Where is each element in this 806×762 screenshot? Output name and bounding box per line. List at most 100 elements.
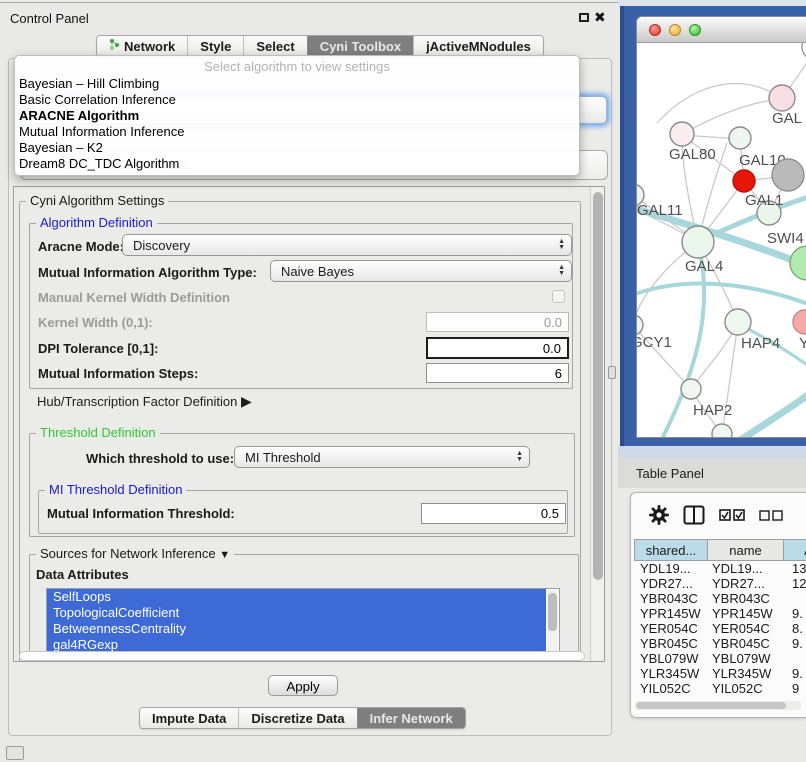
cyni-settings-group-title: Cyni Algorithm Settings (26, 193, 168, 208)
settings-horizontal-scrollbar[interactable] (19, 651, 585, 661)
table-cell: 13 (784, 561, 806, 576)
table-horizontal-scrollbar[interactable] (635, 701, 801, 710)
dropdown-option-aracne-algorithm[interactable]: ARACNE Algorithm (15, 108, 579, 124)
network-node[interactable] (802, 43, 806, 60)
table-cell: YDR27... (634, 576, 708, 591)
tab-jactivemnodules-label: jActiveMNodules (426, 39, 531, 54)
table-scroll-thumb[interactable] (636, 702, 786, 709)
bottom-tab-infer-network-label: Infer Network (370, 711, 453, 726)
network-node[interactable] (790, 246, 806, 280)
network-node[interactable] (733, 170, 755, 192)
float-window-icon[interactable] (579, 13, 589, 22)
dropdown-option-dream8-dc-tdc-algorithm[interactable]: Dream8 DC_TDC Algorithm (15, 156, 579, 172)
aracne-mode-label: Aracne Mode: (38, 239, 124, 254)
tab-jactivemnodules[interactable]: jActiveMNodules (413, 36, 543, 56)
which-threshold-value: MI Threshold (245, 450, 516, 465)
column-header-a[interactable]: A (784, 539, 806, 561)
data-attributes-list[interactable]: SelfLoopsTopologicalCoefficientBetweenne… (46, 588, 560, 654)
unchecked-boxes-icon[interactable] (759, 510, 783, 521)
network-node[interactable] (772, 159, 804, 191)
minimize-traffic-light[interactable] (669, 24, 681, 36)
dropdown-option-mutual-information-inference[interactable]: Mutual Information Inference (15, 124, 579, 140)
table-row[interactable]: YER054CYER054C8. (634, 621, 806, 636)
network-node-hap4[interactable] (725, 309, 751, 335)
column-header-name[interactable]: name (708, 539, 784, 561)
network-node-y[interactable] (793, 310, 806, 334)
table-row[interactable]: YBR043CYBR043C (634, 591, 806, 606)
table-cell: YDR27... (708, 576, 784, 591)
table-row[interactable]: YDR27...YDR27...12 (634, 576, 806, 591)
gear-icon[interactable] (649, 505, 669, 525)
table-cell: YBR045C (634, 636, 708, 651)
tab-network-label: Network (124, 39, 175, 54)
hub-section-label: Hub/Transcription Factor Definition (37, 394, 237, 409)
network-tab-icon (109, 38, 120, 54)
table-cell: YBR045C (708, 636, 784, 651)
bottom-tabbar: Impute DataDiscretize Data Infer Network (139, 707, 466, 729)
mi-algorithm-type-combobox[interactable]: Naive Bayes ▲▼ (270, 260, 572, 282)
table-cell: 12 (784, 576, 806, 591)
network-window-titlebar[interactable] (637, 17, 806, 43)
attribute-item-topologicalcoefficient[interactable]: TopologicalCoefficient (47, 605, 546, 621)
combo-arrows-icon: ▲▼ (558, 265, 565, 277)
tab-cyni-toolbox-label: Cyni Toolbox (320, 39, 401, 54)
column-header-shared[interactable]: shared... (634, 539, 708, 561)
network-node-gal4[interactable] (682, 226, 714, 258)
network-canvas[interactable]: GALGAL80GAL10GAL1GAL11SWI4GAL4GCY1HAP4YH… (637, 43, 806, 438)
table-row[interactable]: YPR145WYPR145W9. (634, 606, 806, 621)
dropdown-option-bayesian-k2[interactable]: Bayesian – K2 (15, 140, 579, 156)
attribute-item-betweennesscentrality[interactable]: BetweennessCentrality (47, 621, 546, 637)
hub-section-toggle[interactable]: Hub/Transcription Factor Definition ▶ (37, 393, 252, 410)
bottom-tab-infer-network[interactable]: Infer Network (357, 708, 465, 728)
sources-group: Sources for Network Inference ▼ Data Att… (29, 554, 579, 662)
zoom-traffic-light[interactable] (689, 24, 701, 36)
combo-arrows-icon: ▲▼ (558, 239, 565, 251)
dropdown-option-basic-correlation-inference[interactable]: Basic Correlation Inference (15, 92, 579, 108)
close-icon[interactable]: ✖ (594, 9, 606, 26)
attribute-item-selfloops[interactable]: SelfLoops (47, 589, 546, 605)
tab-network[interactable]: Network (97, 36, 187, 56)
which-threshold-combobox[interactable]: MI Threshold ▲▼ (234, 446, 530, 468)
network-node[interactable] (712, 424, 732, 438)
mi-threshold-input[interactable] (421, 503, 566, 524)
bottom-tab-impute-data[interactable]: Impute Data (140, 708, 238, 728)
table-row[interactable]: YBL079WYBL079W (634, 651, 806, 666)
network-node-label-gal80: GAL80 (669, 146, 716, 163)
kernel-width-input[interactable] (426, 312, 569, 332)
bottom-tab-discretize-data[interactable]: Discretize Data (238, 708, 356, 728)
close-traffic-light[interactable] (649, 24, 661, 36)
attributes-list-scroll-thumb[interactable] (548, 593, 557, 631)
tab-cyni-toolbox[interactable]: Cyni Toolbox (307, 36, 413, 56)
docked-window-icon[interactable] (6, 746, 24, 760)
panel-divider-handle[interactable] (608, 366, 616, 379)
network-node-gcy1[interactable] (637, 315, 643, 335)
dropdown-option-bayesian-hill-climbing[interactable]: Bayesian – Hill Climbing (15, 76, 579, 92)
dpi-tolerance-input[interactable] (426, 337, 569, 359)
table-row[interactable]: YBR045CYBR045C9. (634, 636, 806, 651)
settings-vertical-scrollbar[interactable] (590, 187, 604, 661)
tab-style[interactable]: Style (187, 36, 243, 56)
network-node-label-y: Y (799, 335, 806, 352)
tab-style-label: Style (200, 39, 231, 54)
table-panel-title: Table Panel (636, 466, 704, 481)
split-columns-icon[interactable] (683, 505, 705, 525)
attributes-list-scrollbar[interactable] (547, 590, 558, 652)
mi-steps-input[interactable] (426, 363, 569, 383)
manual-kernel-checkbox[interactable] (552, 290, 565, 303)
table-row[interactable]: YIL052CYIL052C9 (634, 681, 806, 696)
checked-boxes-icon[interactable] (719, 509, 745, 521)
aracne-mode-combobox[interactable]: Discovery ▲▼ (122, 234, 572, 256)
table-row[interactable]: YLR345WYLR345W9. (634, 666, 806, 681)
settings-vertical-scroll-thumb[interactable] (593, 192, 603, 580)
network-node-gal[interactable] (769, 85, 795, 111)
sources-group-title[interactable]: Sources for Network Inference ▼ (36, 546, 234, 561)
network-node-gal80[interactable] (670, 122, 694, 146)
tab-select[interactable]: Select (243, 36, 306, 56)
apply-button[interactable]: Apply (268, 675, 338, 696)
table-cell: YBL079W (708, 651, 784, 666)
network-node-gal10[interactable] (729, 127, 751, 149)
table-cell: 9. (784, 606, 806, 621)
table-cell: YDL19... (708, 561, 784, 576)
table-row[interactable]: YDL19...YDL19...13 (634, 561, 806, 576)
network-node-hap2[interactable] (681, 379, 701, 399)
